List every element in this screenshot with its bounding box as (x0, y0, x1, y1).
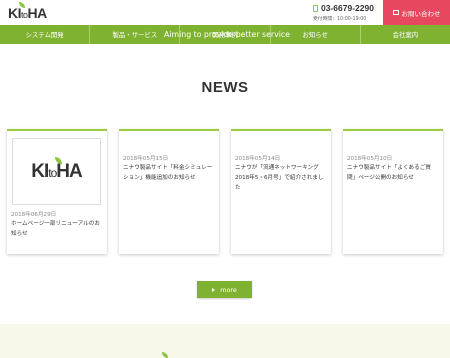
footer-band (0, 324, 450, 358)
phone-block: 03-6679-2290 受付時間：10:00-19:00 (313, 3, 374, 22)
business-hours: 受付時間：10:00-19:00 (313, 17, 367, 22)
arrow-right-icon (212, 287, 216, 292)
nav-item-company[interactable]: 会社案内 (361, 25, 450, 44)
news-card[interactable]: 2018年05月15日 ニナウ製品サイト「料金シミュレーション」機能追加のお知ら… (119, 129, 219, 254)
news-card[interactable]: KItoHA 2018年06月29日 ホームページ一部リニューアルのお知らせ (7, 129, 107, 254)
news-title[interactable]: ニナウ製品サイト「料金シミュレーション」機能追加のお知らせ (123, 163, 215, 183)
news-card[interactable]: 2018年05月10日 ニナウ製品サイト「よくあるご質問」ページ公開のお知らせ (343, 129, 443, 254)
page-title: NEWS (201, 79, 249, 96)
contact-label: お問い合わせ (401, 9, 441, 18)
thumbnail-logo: KItoHA (31, 156, 83, 183)
news-date: 2018年05月10日 (347, 156, 393, 162)
phone-icon (313, 5, 318, 12)
nav-label: システム開発 (25, 31, 64, 39)
nav-label: 開発事例 (212, 31, 238, 39)
site-header: KItoHA 03-6679-2290 受付時間：10:00-19:00 お問い… (0, 0, 450, 26)
news-date: 2018年05月15日 (123, 156, 169, 162)
nav-label: 会社案内 (392, 31, 419, 39)
nav-label: お知らせ (302, 31, 328, 39)
site-logo[interactable]: KItoHA (8, 2, 48, 21)
logo-prefix: KI (8, 5, 22, 21)
news-date: 2018年05月14日 (235, 156, 281, 162)
main-nav: システム開発 製品・サービス 開発事例 お知らせ 会社案内 (0, 25, 450, 44)
news-thumbnail[interactable]: KItoHA (12, 138, 101, 205)
phone-text: 03-6679-2290 (321, 3, 374, 13)
news-title[interactable]: ニナウが「流通ネットワーキング 2018年5・6月号」で紹介されました (235, 163, 327, 193)
nav-item-products-services[interactable]: 製品・サービス (90, 25, 181, 44)
nav-item-case-studies[interactable]: 開発事例 (180, 25, 271, 44)
nav-item-news[interactable]: お知らせ (271, 25, 361, 44)
news-date: 2018年06月29日 (11, 212, 57, 218)
phone-number[interactable]: 03-6679-2290 (313, 3, 374, 13)
nav-label: 製品・サービス (112, 31, 158, 39)
logo-suffix: HA (27, 5, 48, 21)
nav-item-system-development[interactable]: システム開発 (0, 25, 91, 44)
mail-icon (392, 10, 399, 15)
news-title[interactable]: ニナウ製品サイト「よくあるご質問」ページ公開のお知らせ (347, 163, 439, 183)
news-title[interactable]: ホームページ一部リニューアルのお知らせ (11, 219, 103, 239)
news-card[interactable]: 2018年05月14日 ニナウが「流通ネットワーキング 2018年5・6月号」で… (231, 129, 331, 254)
logo-suffix: HA (56, 160, 82, 182)
logo-prefix: KI (31, 160, 49, 182)
more-button[interactable]: more (197, 281, 252, 298)
contact-button[interactable]: お問い合わせ (383, 0, 450, 25)
more-label: more (220, 285, 237, 294)
